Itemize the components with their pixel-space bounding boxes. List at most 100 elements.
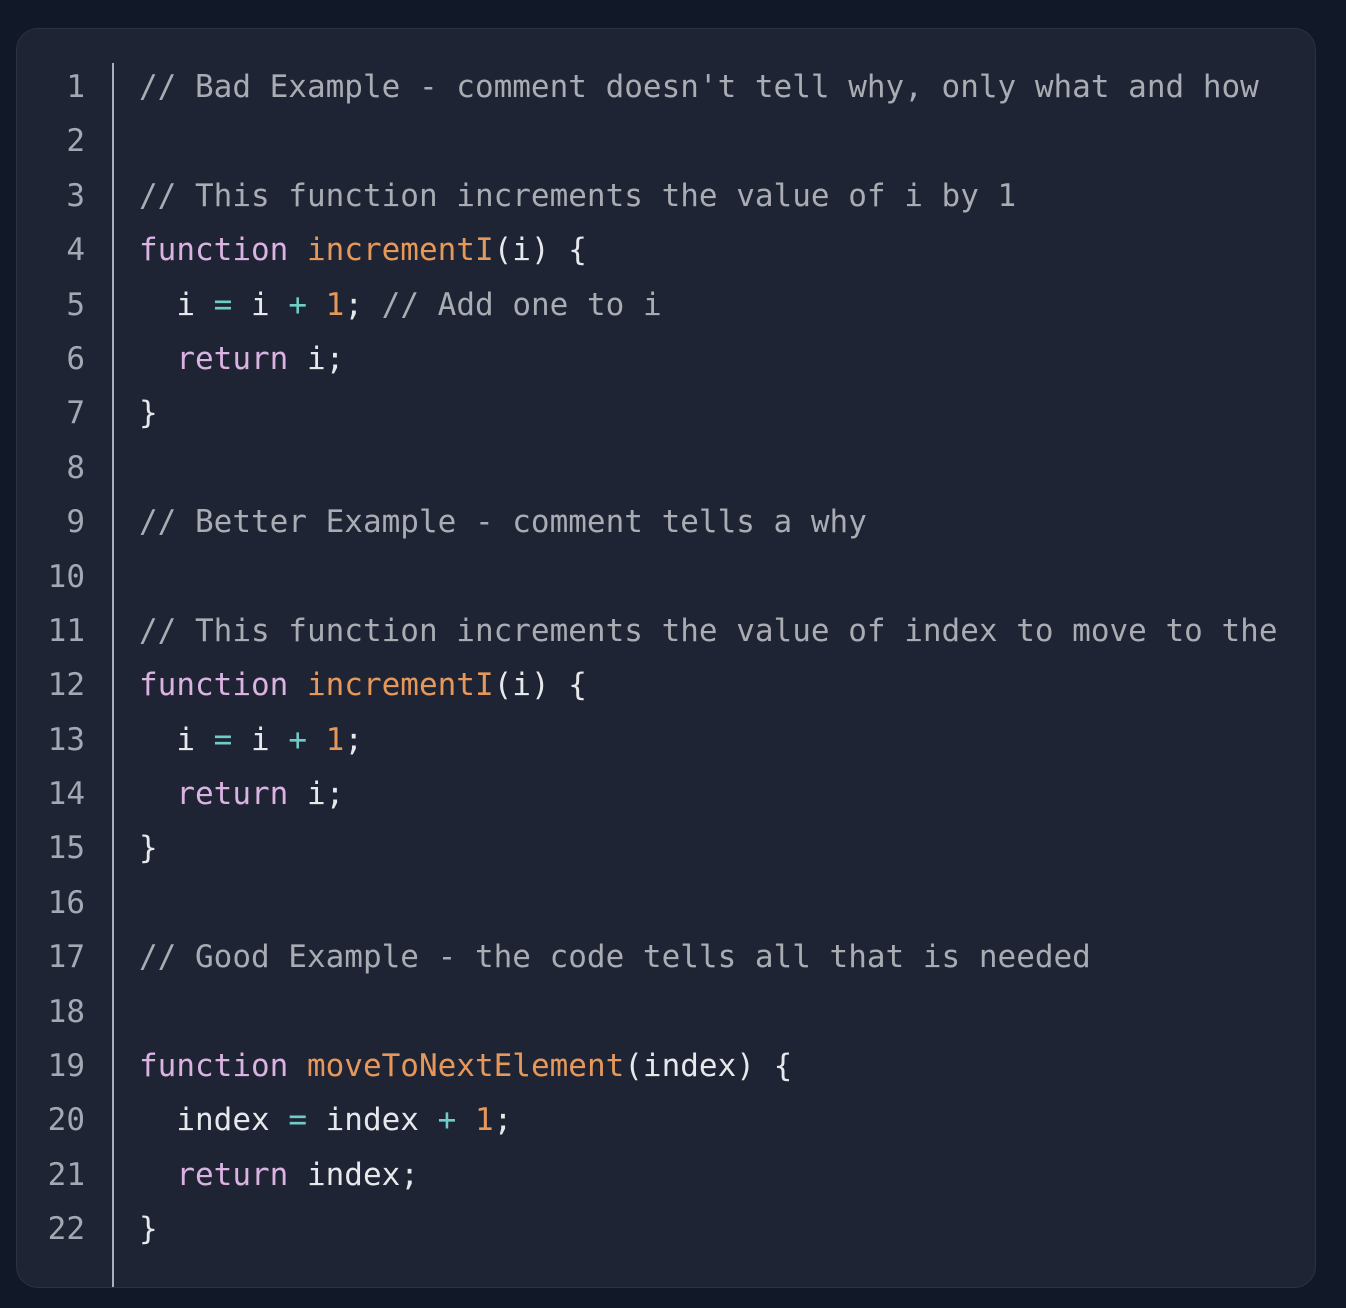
line-number: 4 — [66, 232, 85, 269]
code-line: 9 // Better Example - comment tells a why — [17, 498, 1315, 552]
line-number: 10 — [47, 558, 85, 595]
line-number: 1 — [66, 69, 85, 105]
code-token-fn: incrementI — [306, 667, 494, 704]
line-code: index = index + 1; — [139, 1102, 512, 1138]
code-token-comment: // Bad Example - comment doesn't tell wh… — [139, 69, 1259, 105]
code-line: 14 return i; — [17, 770, 1315, 824]
line-code: // This function increments the value of… — [139, 178, 1016, 214]
line-number: 19 — [47, 1048, 85, 1085]
line-code: return index; — [139, 1157, 419, 1193]
code-token-keyword: return — [176, 340, 289, 377]
code-token-text: i — [232, 286, 289, 323]
line-number: 5 — [66, 286, 85, 323]
code-token-op: = — [213, 721, 233, 758]
line-number: 16 — [47, 884, 85, 921]
code-line: 12 function incrementI(i) { — [17, 661, 1315, 715]
code-token-comment: // This function increments the value of… — [139, 612, 1278, 649]
code-token-text: i — [139, 721, 214, 758]
code-lines: 1 // Bad Example - comment doesn't tell w… — [17, 63, 1315, 1260]
code-token-text: } — [139, 830, 158, 867]
code-line: 4 function incrementI(i) { — [17, 226, 1315, 280]
code-token-text: ; — [493, 1102, 513, 1139]
line-number: 7 — [66, 395, 85, 432]
code-token-comment: // Good Example - the code tells all tha… — [139, 939, 1091, 976]
code-token-text: index — [306, 1102, 438, 1139]
line-number: 6 — [66, 340, 85, 377]
code-token-text: (index) { — [624, 1048, 793, 1085]
line-number: 2 — [66, 123, 85, 160]
line-code: // Good Example - the code tells all tha… — [139, 939, 1091, 975]
code-line: 17 // Good Example - the code tells all t… — [17, 933, 1315, 987]
code-token-op: + — [437, 1102, 457, 1139]
code-line: 19 function moveToNextElement(index) { — [17, 1042, 1315, 1096]
line-number: 22 — [47, 1211, 85, 1248]
code-token-keyword: function — [139, 232, 289, 269]
code-line: 2 — [17, 117, 1315, 171]
code-token-num: 1 — [325, 721, 345, 758]
code-token-text: } — [139, 395, 158, 432]
line-code: } — [139, 1211, 158, 1247]
line-number: 3 — [66, 177, 85, 214]
code-token-text: index — [139, 1102, 289, 1139]
code-line: 1 // Bad Example - comment doesn't tell w… — [17, 63, 1315, 117]
code-token-text: (i) { — [493, 232, 587, 269]
code-token-text: i; — [288, 776, 345, 813]
line-code: function incrementI(i) { — [139, 667, 587, 703]
line-number: 20 — [47, 1102, 85, 1139]
code-line: 16 — [17, 879, 1315, 933]
code-token-text: (i) { — [493, 667, 587, 704]
line-code: // Better Example - comment tells a why — [139, 504, 867, 540]
code-token-text: i; — [288, 340, 345, 377]
code-token-comment: // Better Example - comment tells a why — [139, 504, 867, 541]
code-token-keyword: return — [176, 1156, 289, 1193]
code-line: 13 i = i + 1; — [17, 716, 1315, 770]
code-line: 15} — [17, 824, 1315, 878]
code-line: 22} — [17, 1205, 1315, 1259]
code-token-text: i — [232, 721, 289, 758]
line-code: function incrementI(i) { — [139, 232, 587, 268]
code-token-keyword: function — [139, 667, 289, 704]
code-token-op: + — [288, 721, 307, 758]
code-line: 6 return i; — [17, 335, 1315, 389]
line-number: 21 — [47, 1156, 85, 1193]
line-number: 15 — [47, 830, 85, 867]
code-line: 7} — [17, 389, 1315, 443]
line-number: 8 — [66, 449, 85, 486]
code-token-text: ; — [344, 721, 364, 758]
code-token-comment: // This function increments the value of… — [139, 177, 1017, 214]
line-code: i = i + 1; — [139, 722, 363, 758]
code-line: 5 i = i + 1; // Add one to i — [17, 281, 1315, 335]
code-token-text: } — [139, 1211, 158, 1248]
code-token-fn: incrementI — [306, 232, 494, 269]
line-number: 9 — [66, 504, 85, 541]
line-code: function moveToNextElement(index) { — [139, 1048, 792, 1084]
code-token-op: = — [288, 1102, 307, 1139]
line-number: 12 — [47, 667, 85, 704]
line-number: 14 — [47, 776, 85, 813]
code-token-text: ; — [344, 286, 382, 323]
code-line: 18 — [17, 988, 1315, 1042]
code-line: 8 — [17, 444, 1315, 498]
line-code: return i; — [139, 776, 344, 812]
code-token-num: 1 — [474, 1102, 494, 1139]
line-code: // Bad Example - comment doesn't tell wh… — [139, 69, 1259, 105]
code-line: 20 index = index + 1; — [17, 1096, 1315, 1150]
code-token-text: index; — [288, 1156, 419, 1193]
code-token-keyword: function — [139, 1048, 289, 1085]
code-line: 3 // This function increments the value o… — [17, 172, 1315, 226]
code-token-op: = — [213, 286, 233, 323]
code-token-op: + — [288, 286, 307, 323]
line-code: } — [139, 395, 158, 431]
line-number: 13 — [47, 721, 85, 758]
line-code: // This function increments the value of… — [139, 613, 1277, 649]
line-code: } — [139, 830, 158, 866]
